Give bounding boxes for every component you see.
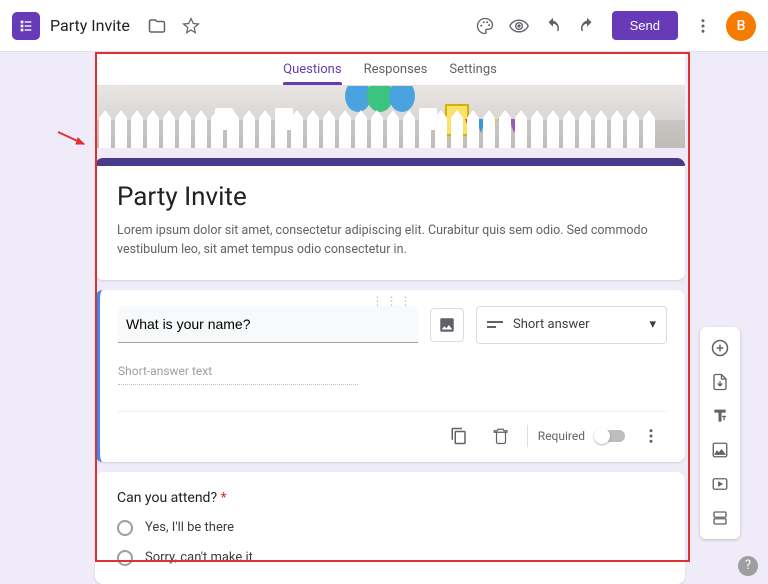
required-star-icon: * [221, 490, 227, 506]
option-row[interactable]: Yes, I'll be there [117, 520, 663, 536]
question-title-input[interactable] [118, 306, 418, 343]
delete-icon[interactable] [485, 420, 517, 452]
drag-handle-icon[interactable]: ⋮⋮⋮ [372, 294, 414, 308]
form-description[interactable]: Lorem ipsum dolor sit amet, consectetur … [117, 222, 663, 260]
form-area: Party Invite Lorem ipsum dolor sit amet,… [95, 86, 685, 584]
tab-settings[interactable]: Settings [449, 62, 496, 85]
star-icon[interactable] [177, 12, 205, 40]
more-vert-icon[interactable] [689, 12, 717, 40]
form-title[interactable]: Party Invite [117, 182, 663, 212]
move-to-folder-icon[interactable] [143, 12, 171, 40]
canvas: Questions Responses Settings Party Invit… [0, 52, 768, 584]
question-type-dropdown[interactable]: Short answer ▾ [476, 306, 667, 344]
redo-icon[interactable] [573, 12, 601, 40]
preview-eye-icon[interactable] [505, 12, 533, 40]
banner-image[interactable] [95, 86, 685, 148]
import-questions-icon[interactable] [705, 367, 735, 397]
top-bar: Party Invite Send B [0, 0, 768, 52]
question-2-title: Can you attend? * [117, 490, 663, 506]
option-row[interactable]: Sorry, can't make it [117, 550, 663, 566]
question-footer: Required [118, 411, 667, 452]
send-button[interactable]: Send [612, 11, 678, 40]
add-title-icon[interactable] [705, 401, 735, 431]
add-video-icon[interactable] [705, 469, 735, 499]
question-card-2[interactable]: Can you attend? * Yes, I'll be there Sor… [95, 472, 685, 584]
undo-icon[interactable] [539, 12, 567, 40]
side-toolbar [700, 327, 740, 539]
question-type-label: Short answer [513, 317, 590, 332]
divider [527, 425, 528, 447]
chevron-down-icon: ▾ [649, 317, 656, 332]
theme-palette-icon[interactable] [471, 12, 499, 40]
radio-icon[interactable] [117, 520, 133, 536]
option-label: Sorry, can't make it [145, 550, 253, 565]
duplicate-icon[interactable] [443, 420, 475, 452]
short-answer-icon [487, 321, 503, 328]
question-more-icon[interactable] [635, 420, 667, 452]
answer-placeholder: Short-answer text [118, 358, 358, 385]
add-section-icon[interactable] [705, 503, 735, 533]
tab-questions[interactable]: Questions [283, 62, 341, 85]
form-title-card[interactable]: Party Invite Lorem ipsum dolor sit amet,… [95, 158, 685, 280]
help-icon[interactable]: ? [738, 556, 758, 576]
tab-responses[interactable]: Responses [364, 62, 428, 85]
annotation-red-arrow [56, 130, 92, 150]
account-avatar[interactable]: B [726, 11, 756, 41]
required-label: Required [538, 429, 585, 443]
option-label: Yes, I'll be there [145, 520, 234, 535]
required-toggle[interactable] [595, 430, 625, 442]
document-title[interactable]: Party Invite [50, 16, 130, 35]
add-image-icon[interactable] [430, 308, 464, 342]
tabs-bar: Questions Responses Settings [95, 52, 685, 86]
radio-icon[interactable] [117, 550, 133, 566]
add-question-icon[interactable] [705, 333, 735, 363]
question-card-1[interactable]: ⋮⋮⋮ Short answer ▾ Short-answer text [95, 290, 685, 462]
add-image-side-icon[interactable] [705, 435, 735, 465]
forms-app-icon[interactable] [12, 12, 40, 40]
